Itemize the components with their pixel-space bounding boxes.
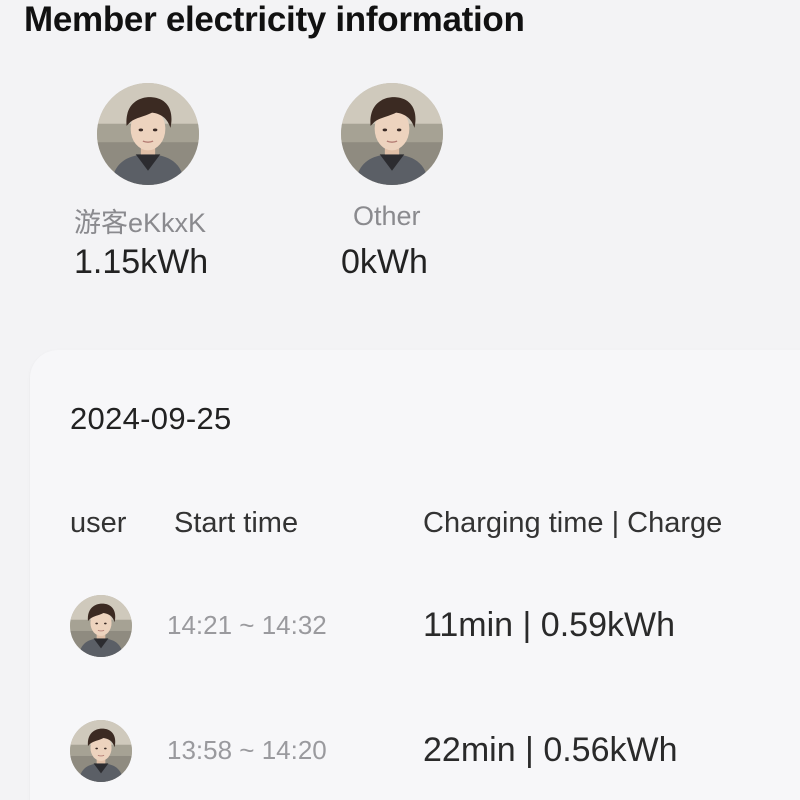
member-card-guest[interactable]: 游客eKkxK 1.15kWh (74, 83, 297, 281)
column-header-start-time: Start time (174, 507, 299, 539)
row-charge-summary: 22min | 0.56kWh (423, 731, 678, 769)
record-date: 2024-09-25 (70, 401, 232, 436)
user-avatar-icon (97, 83, 199, 185)
member-name: 游客eKkxK (74, 208, 207, 238)
column-header-charge: Charging time | Charge (423, 507, 723, 539)
column-header-user: user (70, 507, 127, 539)
member-card-other[interactable]: Other 0kWh (341, 83, 541, 281)
row-time-range: 14:21 ~ 14:32 (167, 610, 327, 640)
member-name: Other (353, 201, 421, 231)
user-avatar-icon (70, 720, 132, 782)
row-charge-summary: 11min | 0.59kWh (423, 606, 675, 644)
member-energy: 1.15kWh (74, 243, 209, 281)
user-avatar-icon (70, 595, 132, 657)
page-title: Member electricity information (24, 0, 525, 39)
row-time-range: 13:58 ~ 14:20 (167, 735, 327, 765)
member-energy: 0kWh (341, 243, 428, 281)
user-avatar-icon (341, 83, 443, 185)
